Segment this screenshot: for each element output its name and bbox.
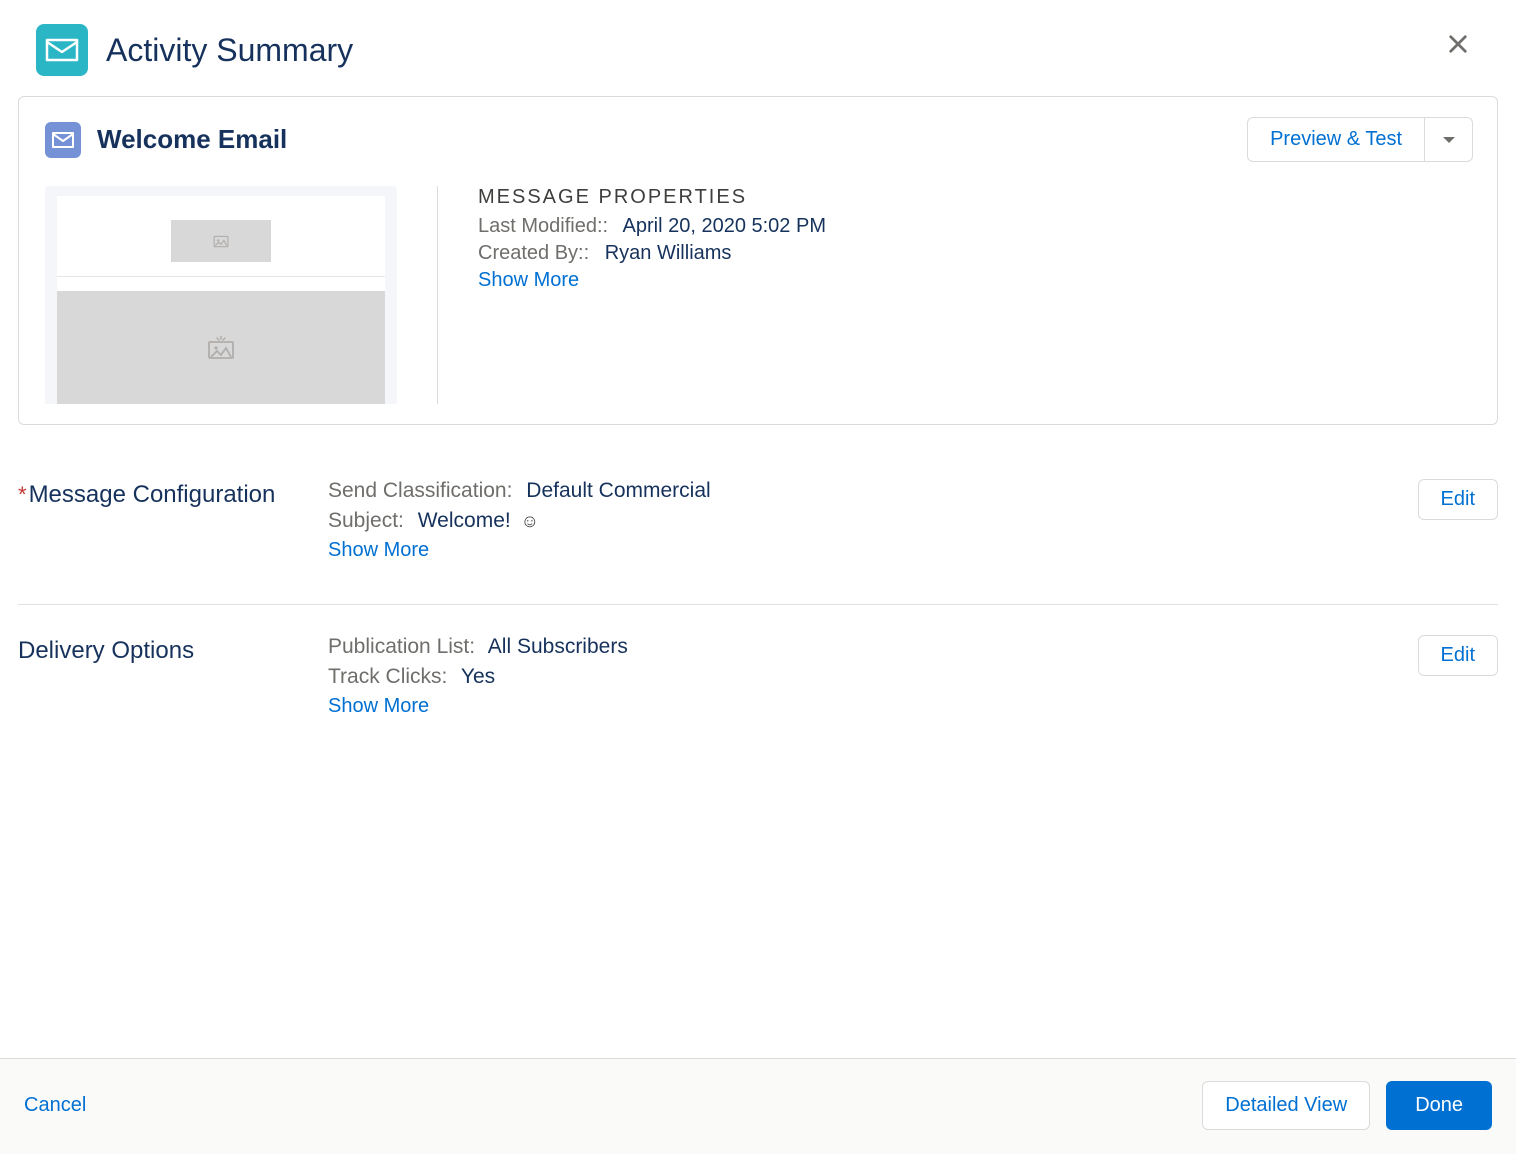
message-properties: MESSAGE PROPERTIES Last Modified:: April… xyxy=(478,186,826,404)
modal-header: Activity Summary xyxy=(18,0,1498,96)
publication-list-value: All Subscribers xyxy=(488,635,628,658)
chevron-down-icon xyxy=(1442,136,1456,144)
email-icon xyxy=(45,122,81,158)
done-button[interactable]: Done xyxy=(1386,1081,1492,1130)
image-placeholder-icon xyxy=(207,336,235,360)
edit-message-config-button[interactable]: Edit xyxy=(1418,479,1498,520)
created-by-value: Ryan Williams xyxy=(605,242,732,264)
cancel-link[interactable]: Cancel xyxy=(24,1094,86,1117)
emoji-icon: ☺ xyxy=(521,511,539,531)
section-title-delivery-options: Delivery Options xyxy=(18,635,328,718)
thumbnail-logo-placeholder xyxy=(171,220,271,262)
track-clicks-value: Yes xyxy=(461,665,495,688)
show-more-message-config-link[interactable]: Show More xyxy=(328,539,429,561)
last-modified-label: Last Modified:: xyxy=(478,215,608,237)
last-modified-value: April 20, 2020 5:02 PM xyxy=(623,215,826,237)
subject-value: Welcome! xyxy=(418,509,511,532)
preview-test-button-group: Preview & Test xyxy=(1247,117,1473,162)
track-clicks-label: Track Clicks: xyxy=(328,665,447,688)
image-placeholder-icon xyxy=(213,234,229,248)
vertical-divider xyxy=(437,186,438,404)
modal-footer: Cancel Detailed View Done xyxy=(0,1058,1516,1154)
preview-test-button[interactable]: Preview & Test xyxy=(1247,117,1425,162)
close-icon xyxy=(1448,33,1468,55)
thumbnail-hero-placeholder xyxy=(57,291,385,404)
created-by-label: Created By:: xyxy=(478,242,589,264)
show-more-properties-link[interactable]: Show More xyxy=(478,269,579,291)
email-title: Welcome Email xyxy=(97,124,1247,155)
properties-heading: MESSAGE PROPERTIES xyxy=(478,186,826,209)
message-configuration-section: *Message Configuration Send Classificati… xyxy=(18,449,1498,605)
section-title-message-config: *Message Configuration xyxy=(18,479,328,562)
send-classification-label: Send Classification: xyxy=(328,479,512,502)
required-indicator: * xyxy=(18,482,27,507)
send-classification-value: Default Commercial xyxy=(526,479,710,502)
close-button[interactable] xyxy=(1442,28,1474,60)
activity-summary-modal: Activity Summary Welcome Email Preview &… xyxy=(0,0,1516,1154)
subject-label: Subject: xyxy=(328,509,404,532)
email-activity-icon xyxy=(36,24,88,76)
page-title: Activity Summary xyxy=(106,32,353,69)
show-more-delivery-link[interactable]: Show More xyxy=(328,695,429,717)
email-thumbnail xyxy=(45,186,397,404)
detailed-view-button[interactable]: Detailed View xyxy=(1202,1081,1370,1130)
delivery-options-section: Delivery Options Publication List: All S… xyxy=(18,605,1498,760)
preview-test-dropdown-button[interactable] xyxy=(1425,117,1473,162)
email-card-header: Welcome Email Preview & Test xyxy=(45,117,1473,162)
edit-delivery-options-button[interactable]: Edit xyxy=(1418,635,1498,676)
email-summary-card: Welcome Email Preview & Test xyxy=(18,96,1498,425)
publication-list-label: Publication List: xyxy=(328,635,475,658)
